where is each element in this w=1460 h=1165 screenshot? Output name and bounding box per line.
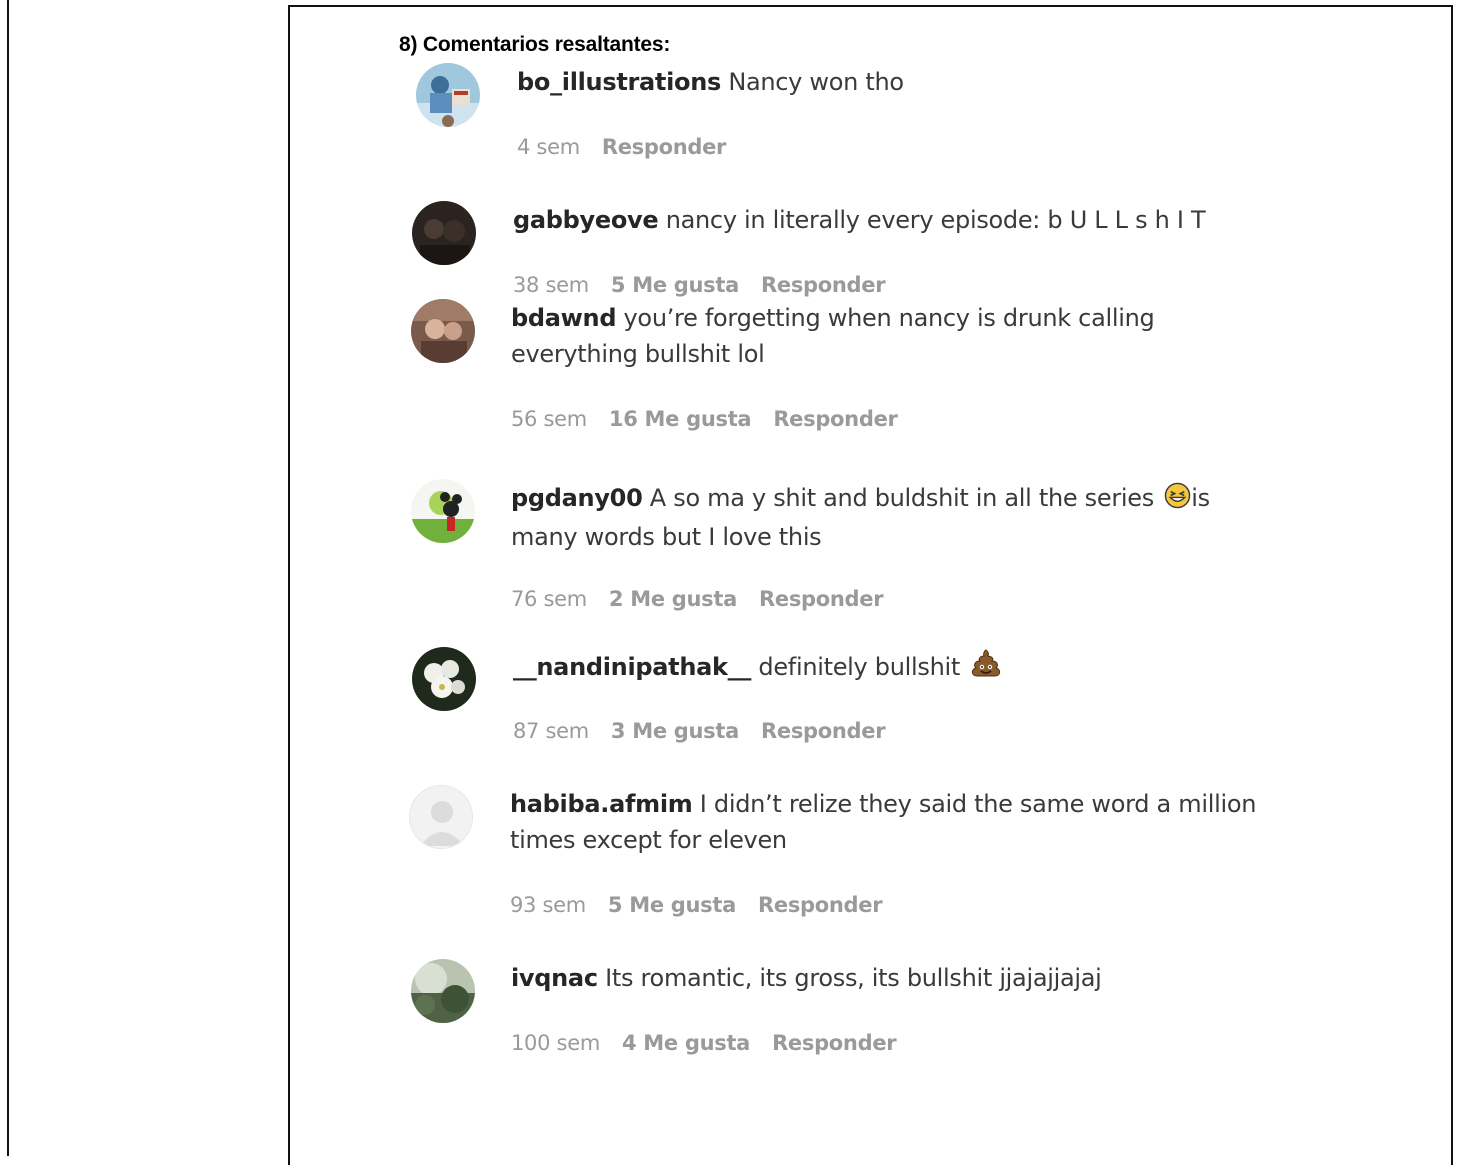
username-link[interactable]: gabbyeove (513, 206, 659, 234)
username-link[interactable]: bdawnd (511, 304, 617, 332)
avatar[interactable] (411, 299, 475, 363)
comment-text: __nandinipathak__ definitely bullshit (513, 648, 1293, 688)
section-heading: 8) Comentarios resaltantes: (399, 33, 671, 56)
avatar[interactable] (411, 959, 475, 1023)
avatar[interactable] (416, 63, 480, 127)
timestamp: 76 sem (511, 587, 587, 611)
comment-text: ivqnac Its romantic, its gross, its bull… (511, 964, 1102, 992)
username-link[interactable]: __nandinipathak__ (513, 653, 751, 681)
timestamp: 100 sem (511, 1031, 600, 1055)
timestamp: 87 sem (513, 719, 589, 743)
reply-button[interactable]: Responder (758, 893, 883, 917)
timestamp: 56 sem (511, 407, 587, 431)
avatar[interactable] (412, 201, 476, 265)
comment-text: pgdany00 A so ma y shit and buldshit in … (511, 482, 1210, 551)
comment-meta: 56 sem 16 Me gusta Responder (511, 407, 920, 431)
timestamp: 4 sem (517, 135, 580, 159)
comment-meta: 4 sem Responder (517, 135, 748, 159)
username-link[interactable]: bo_illustrations (517, 68, 721, 96)
username-link[interactable]: habiba.afmim (510, 790, 693, 818)
avatar[interactable] (411, 479, 475, 543)
timestamp: 93 sem (510, 893, 586, 917)
username-link[interactable]: ivqnac (511, 964, 598, 992)
comment-text: habiba.afmim I didn’t relize they said t… (510, 790, 1257, 854)
likes-count[interactable]: 5 Me gusta (611, 273, 739, 297)
reply-button[interactable]: Responder (761, 719, 886, 743)
reply-button[interactable]: Responder (773, 407, 898, 431)
comment-meta: 87 sem 3 Me gusta Responder (513, 719, 907, 743)
timestamp: 38 sem (513, 273, 589, 297)
likes-count[interactable]: 2 Me gusta (609, 587, 737, 611)
reply-button[interactable]: Responder (602, 135, 727, 159)
reply-button[interactable]: Responder (761, 273, 886, 297)
comment-meta: 76 sem 2 Me gusta Responder (511, 587, 905, 611)
comment-meta: 38 sem 5 Me gusta Responder (513, 273, 907, 297)
comment-text: gabbyeove nancy in literally every episo… (513, 206, 1206, 234)
pile-of-poo-icon (970, 648, 1002, 688)
comment-text: bdawnd you’re forgetting when nancy is d… (511, 304, 1155, 368)
reply-button[interactable]: Responder (772, 1031, 897, 1055)
likes-count[interactable]: 16 Me gusta (609, 407, 752, 431)
avatar[interactable] (409, 785, 473, 849)
likes-count[interactable]: 5 Me gusta (608, 893, 736, 917)
table-left-border (7, 0, 9, 1156)
likes-count[interactable]: 3 Me gusta (611, 719, 739, 743)
likes-count[interactable]: 4 Me gusta (622, 1031, 750, 1055)
grinning-squinting-face-icon (1164, 482, 1191, 519)
reply-button[interactable]: Responder (759, 587, 884, 611)
username-link[interactable]: pgdany00 (511, 484, 643, 512)
comment-meta: 100 sem 4 Me gusta Responder (511, 1031, 918, 1055)
avatar[interactable] (412, 647, 476, 711)
comment-meta: 93 sem 5 Me gusta Responder (510, 893, 904, 917)
comment-text: bo_illustrations Nancy won tho (517, 68, 904, 96)
